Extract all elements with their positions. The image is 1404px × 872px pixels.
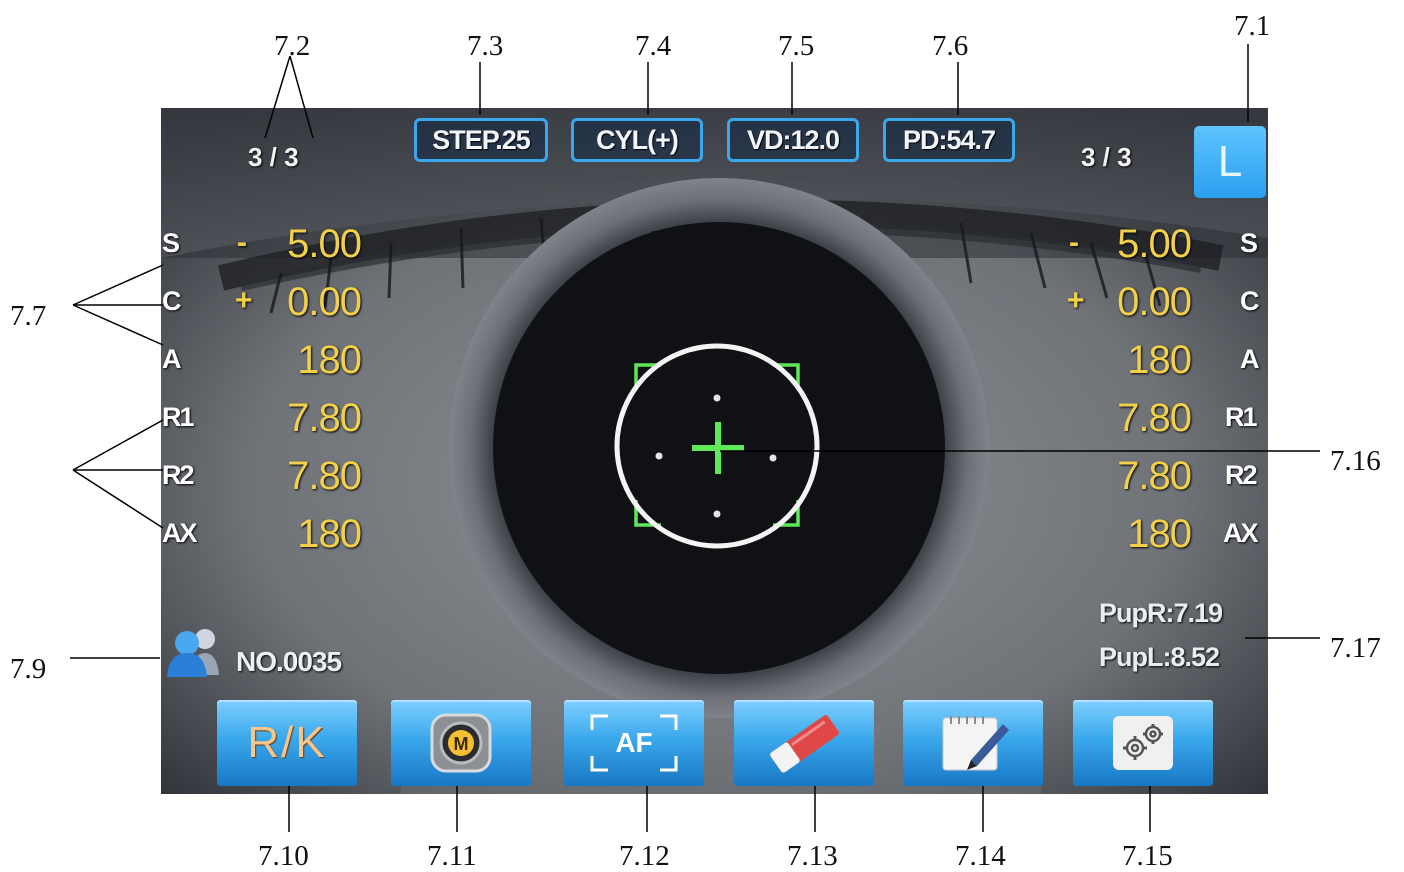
right-s-label: S — [1240, 228, 1258, 258]
callout-7-17: 7.17 — [1330, 632, 1381, 664]
left-c-value: 0.00 — [287, 280, 362, 324]
callout-7-12: 7.12 — [619, 840, 670, 872]
step-button[interactable]: STEP.25 — [414, 118, 548, 162]
patient-users-icon[interactable] — [163, 625, 227, 679]
manual-m-letter: M — [454, 734, 469, 754]
callout-7-4-overlay: 7.4 — [651, 227, 681, 253]
settings-button[interactable] — [1073, 700, 1213, 786]
left-a-value: 180 — [297, 338, 362, 382]
right-r1-label: R1 — [1225, 402, 1257, 432]
right-r2-value: 7.80 — [1117, 454, 1192, 498]
right-a-label: A — [1240, 344, 1259, 374]
left-c-label: C — [162, 286, 181, 316]
right-ax-value: 180 — [1127, 512, 1192, 556]
print-record-button[interactable] — [903, 700, 1043, 786]
autofocus-label: AF — [615, 727, 653, 758]
callout-7-15: 7.15 — [1122, 840, 1173, 872]
left-r1-value: 7.80 — [287, 396, 362, 440]
manual-mode-button[interactable]: M — [391, 700, 531, 786]
eye-camera-view — [161, 108, 1268, 794]
pd-button[interactable]: PD:54.7 — [883, 118, 1015, 162]
eye-select-button[interactable]: L — [1194, 126, 1266, 198]
left-s-value: 5.00 — [287, 222, 362, 266]
right-c-label: C — [1240, 286, 1259, 316]
right-c-value: 0.00 — [1117, 280, 1192, 324]
callout-7-11: 7.11 — [427, 840, 477, 872]
rk-mode-label: R/K — [247, 718, 327, 767]
eraser-clear-button[interactable] — [734, 700, 874, 786]
callout-7-5: 7.5 — [778, 30, 815, 62]
left-r2-label: R2 — [162, 460, 194, 490]
manual-m-icon: M — [430, 713, 492, 773]
right-r2-label: R2 — [1225, 460, 1257, 490]
right-page-count: 3 / 3 — [1081, 142, 1132, 172]
callout-7-14: 7.14 — [955, 840, 1006, 872]
callout-7-6: 7.6 — [932, 30, 969, 62]
notepad-pen-icon — [942, 716, 1009, 771]
callout-7-13: 7.13 — [787, 840, 838, 872]
left-page-count: 3 / 3 — [248, 142, 299, 172]
vd-button[interactable]: VD:12.0 — [727, 118, 859, 162]
callout-7-9: 7.9 — [10, 653, 47, 685]
pupil-left-readout: PupL:8.52 — [1099, 642, 1220, 672]
pupil-right-readout: PupR:7.19 — [1099, 598, 1223, 628]
left-ax-value: 180 — [297, 512, 362, 556]
left-r2-value: 7.80 — [287, 454, 362, 498]
callout-7-1: 7.1 — [1234, 10, 1271, 42]
eraser-icon — [770, 715, 839, 773]
left-r1-label: R1 — [162, 402, 194, 432]
gear-icon — [1113, 716, 1173, 770]
autofocus-button[interactable]: AF — [564, 700, 704, 786]
rk-mode-button[interactable]: R/K — [217, 700, 357, 786]
callout-7-3: 7.3 — [467, 30, 504, 62]
cyl-button[interactable]: CYL(+) — [571, 118, 703, 162]
callout-7-10: 7.10 — [258, 840, 309, 872]
callout-7-7: 7.7 — [10, 300, 47, 332]
right-s-value: 5.00 — [1117, 222, 1192, 266]
right-r1-value: 7.80 — [1117, 396, 1192, 440]
left-s-label: S — [162, 228, 180, 258]
patient-number: NO.0035 — [236, 646, 342, 677]
left-ax-label: AX — [162, 518, 197, 548]
callout-7-2: 7.2 — [274, 30, 311, 62]
left-a-label: A — [162, 344, 181, 374]
right-a-value: 180 — [1127, 338, 1192, 382]
callout-7-16: 7.16 — [1330, 445, 1381, 477]
right-ax-label: AX — [1223, 518, 1258, 548]
callout-7-4: 7.4 — [635, 30, 672, 62]
device-screen: 3 / 3 3 / 3 STEP.25 CYL(+) VD:12.0 PD:54… — [161, 108, 1268, 794]
